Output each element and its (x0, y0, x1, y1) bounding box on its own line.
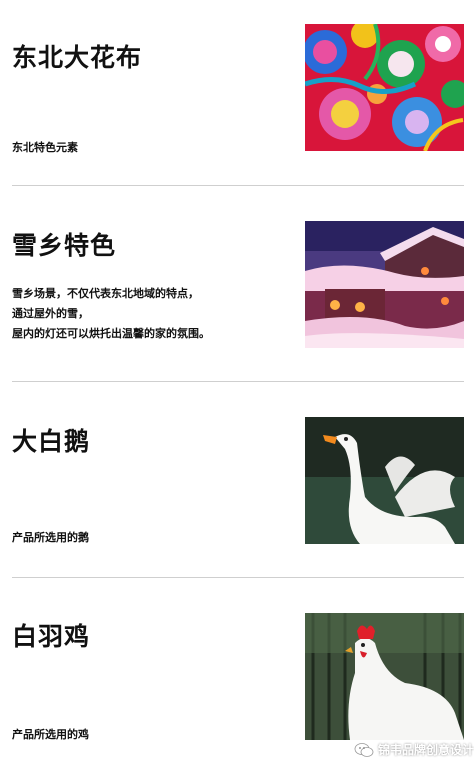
watermark: 锦韦品牌创意设计 (354, 741, 474, 758)
floral-cloth-photo (305, 24, 464, 151)
section-title: 东北大花布 (12, 43, 143, 72)
section-title: 大白鹅 (12, 427, 91, 456)
wechat-icon (354, 742, 374, 757)
section-description: 产品所选用的鸡 (12, 728, 89, 741)
white-chicken-photo (305, 613, 464, 740)
section-title: 雪乡特色 (12, 231, 117, 260)
watermark-text: 锦韦品牌创意设计 (377, 743, 474, 757)
section-description: 雪乡场景，不仅代表东北地域的特点， 通过屋外的雪， 屋内的灯还可以烘托出温馨的家… (12, 287, 210, 340)
divider (12, 381, 464, 382)
section-description: 产品所选用的鹅 (12, 531, 89, 544)
section-description: 东北特色元素 (12, 141, 78, 154)
divider (12, 577, 464, 578)
section-title: 白羽鸡 (12, 622, 91, 651)
divider (12, 185, 464, 186)
snow-village-photo (305, 221, 464, 348)
white-goose-photo (305, 417, 464, 544)
